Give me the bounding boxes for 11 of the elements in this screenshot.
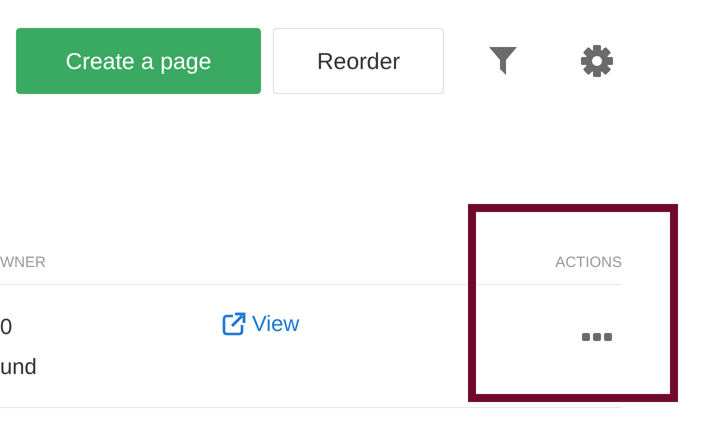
external-link-icon [222,312,246,336]
table-cell-text: 0 [0,313,14,341]
reorder-button[interactable]: Reorder [273,28,444,94]
view-link[interactable]: View [222,311,300,337]
settings-icon[interactable] [580,44,614,78]
filter-icon[interactable] [488,45,518,77]
more-options-icon[interactable] [582,333,612,341]
column-header: ACTIONS [555,254,622,271]
table-cell-text: und [0,353,38,381]
create-page-button[interactable]: Create a page [16,28,261,94]
column-header: WNER [0,254,46,271]
